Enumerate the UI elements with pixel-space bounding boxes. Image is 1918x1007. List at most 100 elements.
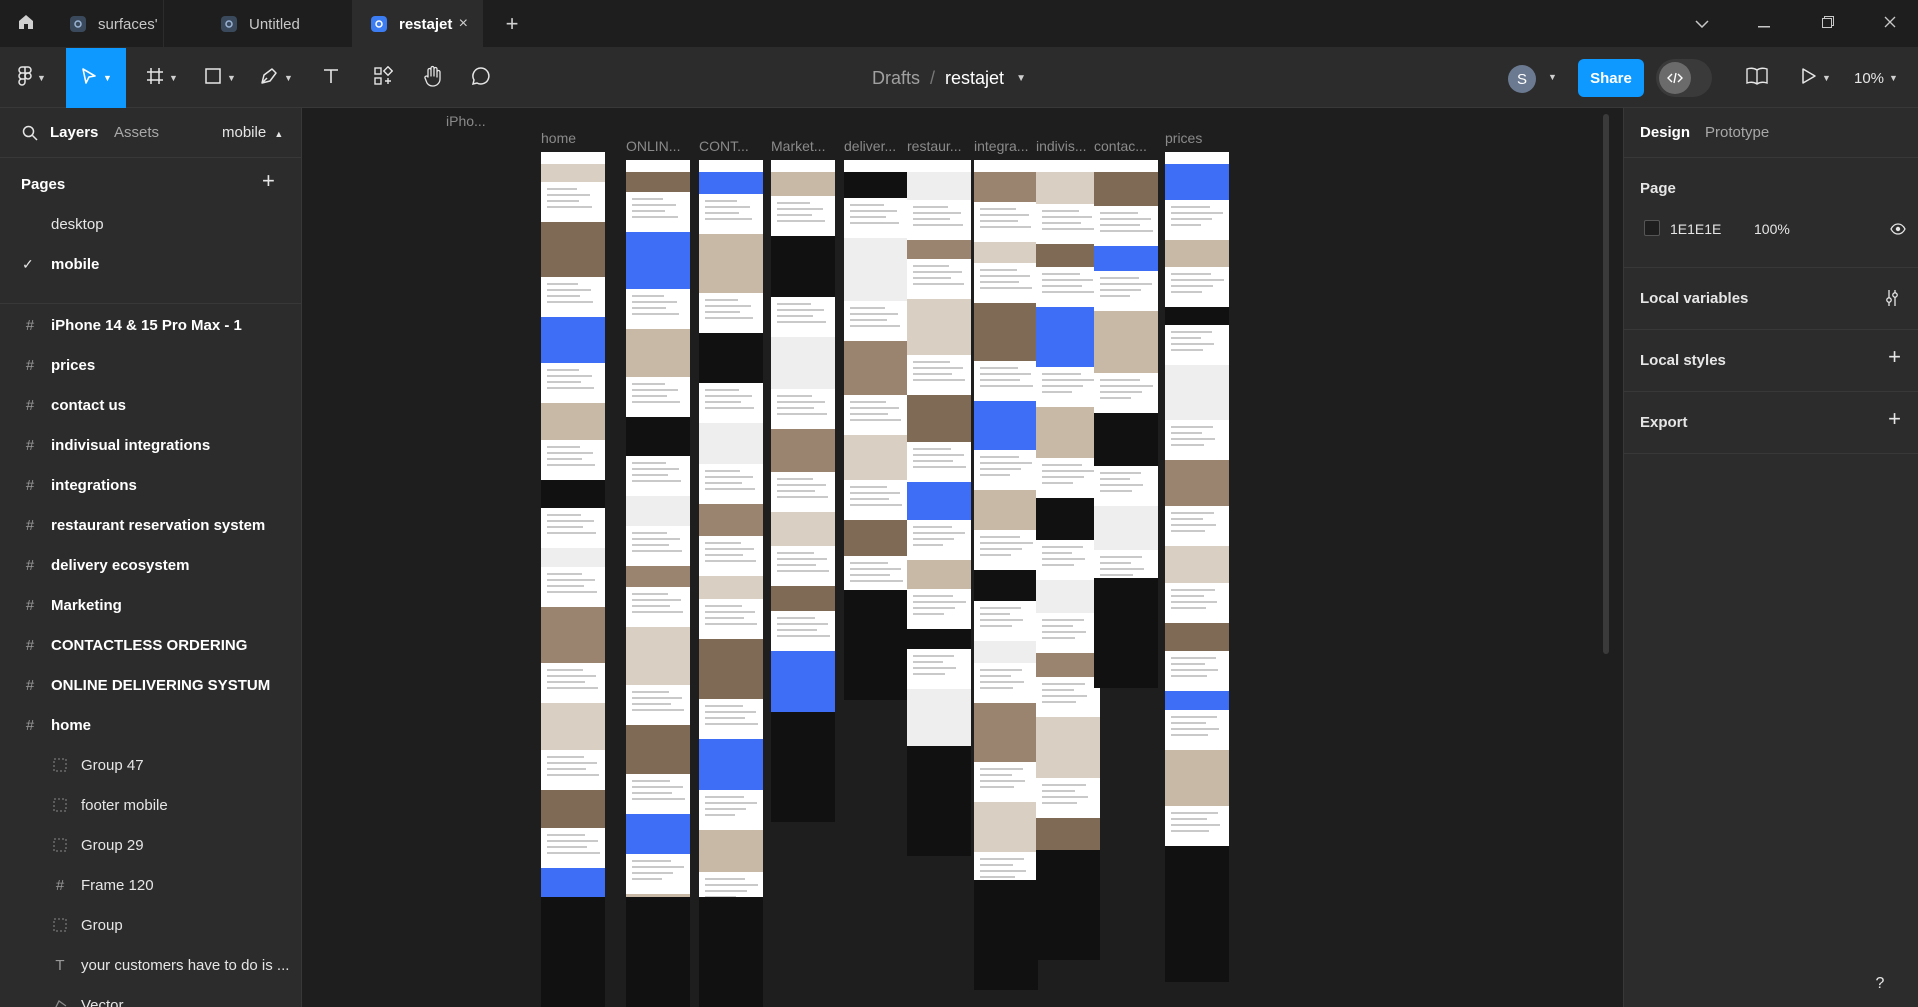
frame-label[interactable]: prices	[1165, 130, 1202, 146]
frame-text-line	[1171, 273, 1211, 275]
main-menu-button[interactable]: ▼	[10, 48, 54, 108]
mobile-frame-thumbnail[interactable]	[1036, 160, 1100, 960]
mobile-frame-thumbnail[interactable]	[541, 152, 605, 1007]
layer-item[interactable]: # home	[0, 705, 301, 745]
layer-item[interactable]: # Marketing	[0, 585, 301, 625]
export-section[interactable]: Export +	[1624, 392, 1918, 454]
zoom-control[interactable]: 10% ▼	[1854, 48, 1898, 108]
frame-label[interactable]: integra...	[974, 138, 1028, 154]
layer-item[interactable]: Vector	[0, 985, 301, 1007]
plus-icon[interactable]: +	[1888, 406, 1901, 432]
close-icon[interactable]: ×	[459, 15, 468, 33]
shape-tool-button[interactable]: ▼	[198, 48, 242, 108]
frame-text-line	[547, 526, 583, 528]
page-item-mobile[interactable]: mobile	[51, 256, 99, 273]
tab-assets[interactable]: Assets	[114, 124, 159, 141]
page-selector-label: mobile	[222, 124, 267, 141]
pen-tool-button[interactable]: ▼	[254, 48, 298, 108]
eye-icon[interactable]	[1890, 222, 1906, 240]
plus-icon[interactable]: +	[1888, 344, 1901, 370]
layer-item[interactable]: Group	[0, 905, 301, 945]
close-window-button[interactable]	[1870, 0, 1910, 48]
breadcrumb-drafts[interactable]: Drafts	[872, 68, 920, 89]
page-item-desktop[interactable]: desktop	[51, 216, 104, 233]
layer-item[interactable]: # ONLINE DELIVERING SYSTUM	[0, 665, 301, 705]
frame-label[interactable]: ONLIN...	[626, 138, 680, 154]
frame-text-line	[705, 212, 739, 214]
layer-item[interactable]: # CONTACTLESS ORDERING	[0, 625, 301, 665]
home-button[interactable]	[0, 0, 52, 48]
mobile-frame-thumbnail[interactable]	[974, 160, 1038, 990]
canvas-scrollbar[interactable]	[1603, 114, 1609, 654]
frame-text-line	[1100, 277, 1139, 279]
library-button[interactable]	[1740, 48, 1774, 108]
tab-layers[interactable]: Layers	[50, 124, 98, 141]
mobile-frame-thumbnail[interactable]	[1165, 152, 1229, 982]
mobile-frame-thumbnail[interactable]	[626, 160, 690, 1007]
layer-item[interactable]: # indivisual integrations	[0, 425, 301, 465]
tab-untitled[interactable]: Untitled	[203, 0, 353, 48]
tab-restajet[interactable]: restajet ×	[353, 0, 483, 48]
add-page-button[interactable]: +	[262, 168, 275, 194]
tab-design[interactable]: Design	[1640, 124, 1690, 141]
frame-text-line	[1042, 689, 1074, 691]
sliders-icon[interactable]	[1885, 289, 1899, 312]
layer-item[interactable]: # integrations	[0, 465, 301, 505]
local-variables-section[interactable]: Local variables	[1624, 268, 1918, 330]
restore-button[interactable]	[1808, 0, 1848, 48]
chevron-down-icon[interactable]: ▼	[1548, 72, 1557, 82]
page-bg-hex[interactable]: 1E1E1E	[1670, 221, 1721, 237]
mobile-frame-thumbnail[interactable]	[1094, 160, 1158, 688]
frame-label[interactable]: iPho...	[446, 113, 486, 129]
frame-content-block	[1036, 580, 1100, 613]
frame-text-line	[913, 379, 965, 381]
layer-item[interactable]: # restaurant reservation system	[0, 505, 301, 545]
layer-item[interactable]: Tyour customers have to do is ...	[0, 945, 301, 985]
code-icon	[1659, 62, 1691, 94]
frame-text-line	[547, 206, 592, 208]
frame-tool-button[interactable]: ▼	[140, 48, 184, 108]
mobile-frame-thumbnail[interactable]	[771, 160, 835, 822]
text-tool-button[interactable]	[314, 48, 348, 108]
frame-label[interactable]: CONT...	[699, 138, 749, 154]
mobile-frame-thumbnail[interactable]	[844, 160, 908, 700]
layer-item[interactable]: Group 47	[0, 745, 301, 785]
share-button[interactable]: Share	[1578, 59, 1644, 97]
file-name[interactable]: restajet	[945, 68, 1004, 89]
layer-item[interactable]: # iPhone 14 & 15 Pro Max - 1	[0, 305, 301, 345]
search-icon[interactable]	[22, 125, 38, 146]
layer-item[interactable]: Group 29	[0, 825, 301, 865]
avatar[interactable]: S	[1508, 65, 1536, 93]
present-button[interactable]: ▼	[1794, 48, 1838, 108]
layer-item[interactable]: footer mobile	[0, 785, 301, 825]
canvas[interactable]: iPho... home ONLIN... CONT... Market... deli…	[303, 108, 1623, 1007]
page-selector[interactable]: mobile ▲	[222, 124, 283, 141]
chevron-down-icon[interactable]: ▼	[1016, 73, 1026, 84]
frame-label[interactable]: home	[541, 130, 576, 146]
frame-label[interactable]: Market...	[771, 138, 825, 154]
mobile-frame-thumbnail[interactable]	[907, 160, 971, 856]
help-button[interactable]: ?	[1862, 966, 1898, 1002]
tab-list-button[interactable]	[1682, 0, 1722, 48]
layer-item[interactable]: # delivery ecosystem	[0, 545, 301, 585]
frame-label[interactable]: indivis...	[1036, 138, 1087, 154]
local-styles-section[interactable]: Local styles +	[1624, 330, 1918, 392]
layer-item[interactable]: # prices	[0, 345, 301, 385]
layer-item[interactable]: # Frame 120	[0, 865, 301, 905]
new-tab-button[interactable]: +	[500, 0, 524, 48]
dev-mode-toggle[interactable]	[1656, 59, 1712, 97]
tab-surfaces[interactable]: surfaces'	[52, 0, 164, 48]
move-tool-button[interactable]: ▼	[66, 48, 126, 108]
layer-item[interactable]: # contact us	[0, 385, 301, 425]
tab-prototype[interactable]: Prototype	[1705, 124, 1769, 141]
hand-tool-button[interactable]	[416, 48, 450, 108]
resources-button[interactable]	[366, 48, 400, 108]
frame-label[interactable]: restaur...	[907, 138, 961, 154]
minimize-button[interactable]	[1744, 0, 1784, 48]
color-swatch[interactable]	[1644, 220, 1660, 236]
mobile-frame-thumbnail[interactable]	[699, 160, 763, 1007]
frame-label[interactable]: contac...	[1094, 138, 1147, 154]
comment-tool-button[interactable]	[464, 48, 498, 108]
frame-label[interactable]: deliver...	[844, 138, 896, 154]
page-bg-opacity[interactable]: 100%	[1754, 221, 1790, 237]
